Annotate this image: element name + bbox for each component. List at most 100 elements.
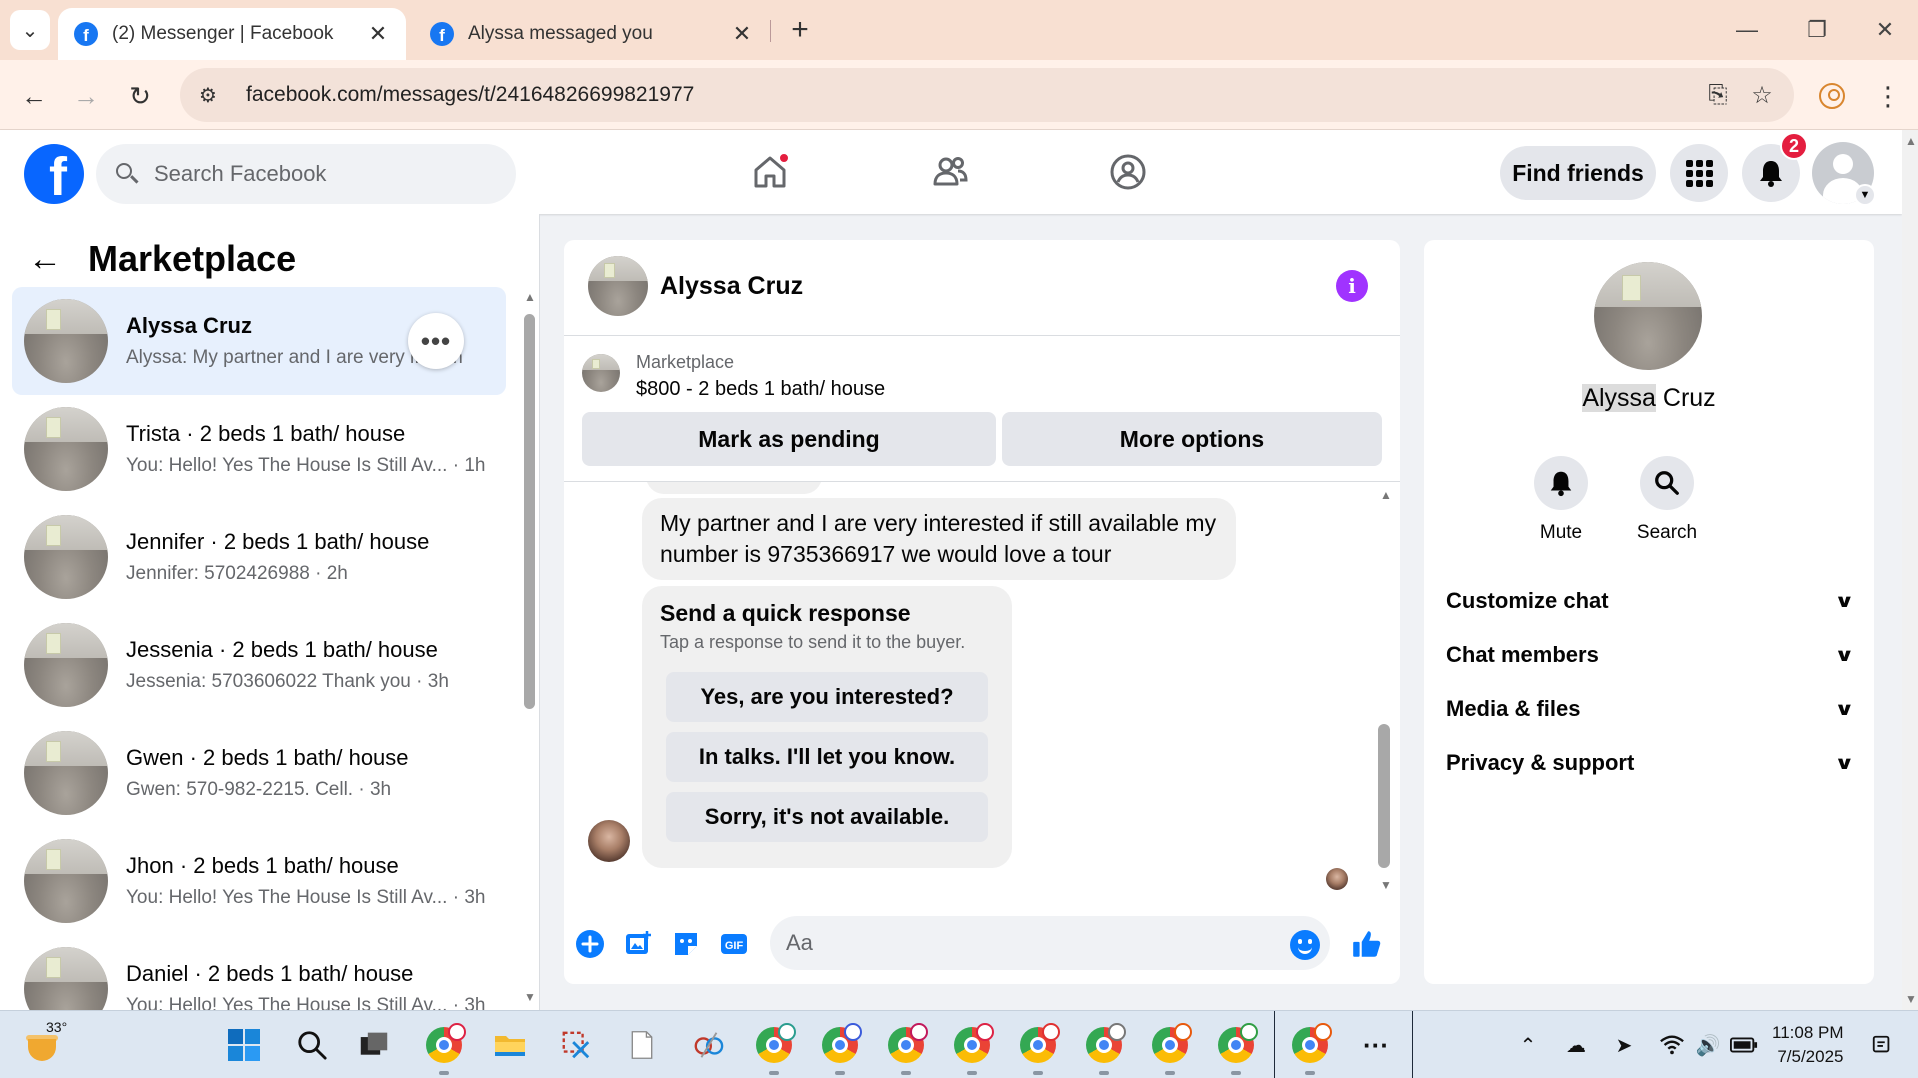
taskbar-file-explorer[interactable] — [488, 1023, 532, 1067]
taskbar-chrome-active[interactable] — [1288, 1023, 1332, 1067]
thumbs-up-like-icon[interactable] — [1348, 926, 1384, 962]
profile-button[interactable] — [1812, 76, 1852, 116]
reload-button[interactable]: ↻ — [120, 76, 160, 116]
conversation-item[interactable]: Gwen · 2 beds 1 bath/ house Gwen: 570-98… — [12, 719, 506, 827]
back-arrow-icon[interactable]: ← — [28, 240, 62, 279]
quick-response-talks-button[interactable]: In talks. I'll let you know. — [666, 732, 988, 782]
url-text[interactable]: facebook.com/messages/t/2416482669982197… — [246, 83, 1696, 107]
battery-icon[interactable] — [1730, 1031, 1758, 1059]
taskbar-search-button[interactable] — [290, 1023, 334, 1067]
taskbar-paint[interactable] — [686, 1023, 730, 1067]
quick-response-yes-button[interactable]: Yes, are you interested? — [666, 672, 988, 722]
quick-response-unavailable-button[interactable]: Sorry, it's not available. — [666, 792, 988, 842]
taskbar-chrome-profile[interactable] — [884, 1023, 928, 1067]
browser-tab-alyssa[interactable]: f Alyssa messaged you ✕ — [414, 8, 770, 60]
chat-list-scrollbar[interactable] — [524, 314, 535, 709]
customize-chat-section[interactable]: Customize chat ∨ — [1446, 578, 1855, 624]
listing-title[interactable]: $800 - 2 beds 1 bath/ house — [636, 378, 885, 401]
show-hidden-icons-chevron-icon[interactable]: ⌃ — [1514, 1031, 1542, 1059]
conversation-item[interactable]: Trista · 2 beds 1 bath/ house You: Hello… — [12, 395, 506, 503]
sticker-icon[interactable] — [668, 926, 704, 962]
tab-title: (2) Messenger | Facebook — [112, 23, 334, 44]
menu-button[interactable] — [1670, 144, 1728, 202]
close-tab-icon[interactable]: ✕ — [366, 21, 390, 47]
contact-name[interactable]: Alyssa Cruz — [660, 272, 803, 301]
volume-icon[interactable]: 🔊 — [1694, 1031, 1722, 1059]
conversation-snippet: Gwen: 570-982-2215. Cell. · 3h — [126, 779, 392, 800]
taskbar-chrome-profile[interactable] — [1082, 1023, 1126, 1067]
taskbar-notepad[interactable] — [620, 1023, 664, 1067]
task-view-button[interactable] — [352, 1023, 396, 1067]
taskbar-chrome-profile[interactable] — [818, 1023, 862, 1067]
taskbar-chrome-profile[interactable] — [752, 1023, 796, 1067]
scroll-up-arrow-icon[interactable]: ▲ — [1380, 488, 1392, 502]
mute-button[interactable]: Mute — [1516, 456, 1606, 544]
contact-avatar[interactable] — [588, 256, 648, 316]
message-thread-scrollbar[interactable] — [1378, 724, 1390, 868]
find-friends-button[interactable]: Find friends — [1500, 146, 1656, 200]
privacy-support-section[interactable]: Privacy & support ∨ — [1446, 740, 1855, 786]
new-tab-button[interactable]: + — [782, 12, 818, 48]
emoji-icon[interactable] — [1290, 930, 1320, 960]
conversation-item[interactable]: Jennifer · 2 beds 1 bath/ house Jennifer… — [12, 503, 506, 611]
conversation-item-alyssa[interactable]: Alyssa Cruz Alyssa: My partner and I are… — [12, 287, 506, 395]
message-input[interactable] — [770, 916, 1330, 970]
forward-button[interactable]: → — [66, 76, 106, 116]
facebook-search-box[interactable] — [96, 144, 516, 204]
back-button[interactable]: ← — [14, 76, 54, 116]
restore-button[interactable]: ❐ — [1794, 12, 1840, 48]
taskbar-chrome[interactable] — [422, 1023, 466, 1067]
search-conversation-button[interactable]: Search — [1622, 456, 1712, 544]
conversation-item[interactable]: Jessenia · 2 beds 1 bath/ house Jessenia… — [12, 611, 506, 719]
taskbar-chrome-profile[interactable] — [1148, 1023, 1192, 1067]
taskbar-chrome-profile[interactable] — [1214, 1023, 1258, 1067]
more-options-button[interactable]: More options — [1002, 412, 1382, 466]
gif-icon[interactable]: GIF — [716, 926, 752, 962]
wifi-icon[interactable] — [1658, 1031, 1686, 1059]
install-app-icon[interactable]: ⎘ — [1696, 73, 1740, 117]
minimize-button[interactable]: — — [1724, 12, 1770, 48]
close-window-button[interactable]: ✕ — [1862, 12, 1908, 48]
scroll-down-arrow-icon[interactable]: ▼ — [1380, 878, 1392, 892]
nav-home[interactable] — [740, 142, 800, 202]
close-tab-icon[interactable]: ✕ — [730, 21, 754, 47]
facebook-search-input[interactable] — [154, 161, 454, 187]
chevron-down-icon[interactable]: ▼ — [1854, 184, 1876, 206]
taskbar-snipping-tool[interactable] — [554, 1023, 598, 1067]
info-icon[interactable]: i — [1336, 270, 1368, 302]
more-apps-button[interactable]: ··· — [1354, 1023, 1398, 1067]
taskbar-chrome-profile[interactable] — [1016, 1023, 1060, 1067]
bookmark-star-icon[interactable]: ☆ — [1740, 73, 1784, 117]
incoming-message[interactable]: My partner and I are very interested if … — [642, 498, 1236, 580]
system-clock[interactable]: 11:08 PM 7/5/2025 — [1772, 1021, 1844, 1069]
address-bar[interactable]: ⚙ facebook.com/messages/t/24164826699821… — [180, 68, 1794, 122]
media-files-section[interactable]: Media & files ∨ — [1446, 686, 1855, 732]
taskbar-chrome-profile[interactable] — [950, 1023, 994, 1067]
conversation-more-button[interactable]: ••• — [408, 313, 464, 369]
conversation-item[interactable]: Daniel · 2 beds 1 bath/ house You: Hello… — [12, 935, 506, 1010]
nav-groups[interactable] — [1098, 142, 1158, 202]
mark-as-pending-button[interactable]: Mark as pending — [582, 412, 996, 466]
scroll-down-arrow-icon[interactable]: ▼ — [524, 990, 536, 1004]
contact-avatar-large[interactable] — [1594, 262, 1702, 370]
start-button[interactable] — [222, 1023, 266, 1067]
browser-menu-button[interactable]: ⋮ — [1868, 76, 1908, 116]
nav-friends[interactable] — [920, 142, 980, 202]
weather-widget[interactable]: 33° — [22, 1019, 74, 1069]
scroll-up-arrow-icon[interactable]: ▲ — [1905, 134, 1917, 148]
attach-photo-icon[interactable] — [620, 926, 656, 962]
scroll-down-arrow-icon[interactable]: ▼ — [1905, 992, 1917, 1006]
facebook-logo[interactable]: f — [24, 144, 84, 204]
conversation-item[interactable]: Jhon · 2 beds 1 bath/ house You: Hello! … — [12, 827, 506, 935]
listing-thumbnail[interactable] — [582, 354, 620, 392]
site-info-icon[interactable]: ⚙ — [188, 75, 228, 115]
location-arrow-icon[interactable]: ➤ — [1610, 1031, 1638, 1059]
scroll-up-arrow-icon[interactable]: ▲ — [524, 290, 536, 304]
onedrive-cloud-icon[interactable]: ☁ — [1562, 1031, 1590, 1059]
tab-search-button[interactable]: ⌄ — [10, 10, 50, 50]
page-scrollbar[interactable]: ▲ ▼ — [1902, 130, 1918, 1010]
browser-tab-messenger[interactable]: f (2) Messenger | Facebook ✕ — [58, 8, 406, 60]
notification-center-icon[interactable] — [1868, 1031, 1896, 1059]
chat-members-section[interactable]: Chat members ∨ — [1446, 632, 1855, 678]
more-actions-plus-icon[interactable] — [572, 926, 608, 962]
